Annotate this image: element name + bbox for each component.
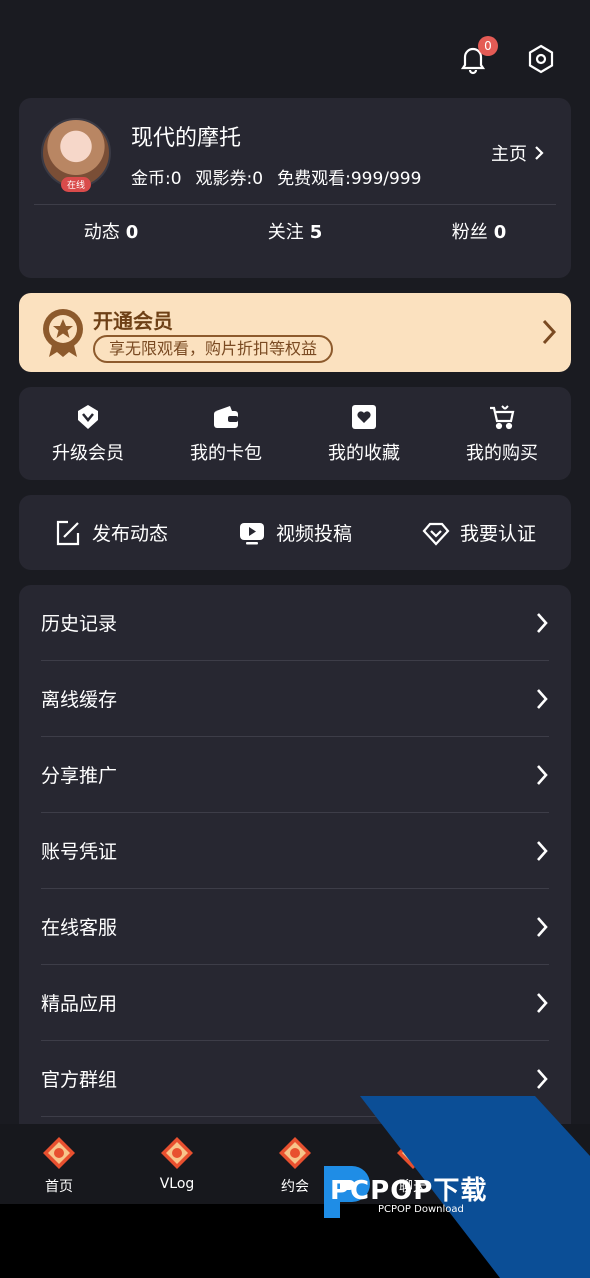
menu-list: 历史记录 离线缓存 分享推广 账号凭证 在线客服 精品应用 官方群组 — [19, 585, 571, 1145]
count-fans[interactable]: 粉丝 0 — [452, 218, 507, 244]
username: 现代的摩托 — [131, 126, 242, 151]
chevron-right-icon — [537, 612, 548, 633]
chevron-right-icon — [537, 992, 548, 1013]
quick-entries: 升级会员 我的卡包 我的收藏 我的购买 — [19, 387, 571, 480]
vip-badge-icon — [78, 404, 98, 429]
vip-title: 开通会员 — [93, 309, 173, 333]
action-label: 发布动态 — [91, 523, 168, 545]
homepage-link[interactable]: 主页 — [491, 140, 545, 166]
favorites-icon — [352, 404, 376, 429]
menu-item-history[interactable]: 历史记录 — [41, 585, 549, 661]
chevron-right-icon — [537, 916, 548, 937]
edit-icon — [56, 520, 80, 545]
settings-button[interactable] — [522, 40, 560, 78]
chevron-right-icon — [537, 688, 548, 709]
purchases-button[interactable]: 我的购买 — [437, 403, 567, 465]
medal-icon — [43, 309, 83, 357]
chevron-right-icon — [537, 1068, 548, 1089]
menu-item-customer-service[interactable]: 在线客服 — [41, 889, 549, 965]
quick-label: 我的卡包 — [190, 442, 262, 464]
tab-label: 首页 — [45, 1179, 73, 1195]
vlog-tab-icon — [161, 1137, 193, 1169]
count-posts[interactable]: 动态 0 — [84, 218, 139, 244]
menu-item-offline-cache[interactable]: 离线缓存 — [41, 661, 549, 737]
top-bar: 0 — [454, 36, 560, 78]
menu-label: 账号凭证 — [41, 841, 118, 863]
online-tag: 在线 — [60, 177, 92, 192]
dating-tab-icon — [279, 1137, 311, 1169]
wallet-button[interactable]: 我的卡包 — [161, 403, 291, 465]
profile-card: 在线 现代的摩托 金币:0 观影券:0 免费观看:999/999 主页 动态 0 … — [19, 98, 571, 278]
tickets-stat: 观影券:0 — [195, 169, 264, 189]
count-value: 0 — [493, 222, 507, 243]
account-stats: 金币:0 观影券:0 免费观看:999/999 — [131, 164, 421, 189]
action-label: 视频投稿 — [275, 523, 352, 545]
video-submit-button[interactable]: 视频投稿 — [238, 519, 352, 547]
count-value: 5 — [309, 222, 323, 243]
tab-label: VLog — [159, 1176, 195, 1192]
diamond-icon — [422, 522, 450, 546]
menu-label: 精品应用 — [41, 993, 118, 1015]
notification-badge: 0 — [478, 36, 498, 56]
menu-label: 离线缓存 — [41, 689, 118, 711]
home-tab-icon — [43, 1137, 75, 1169]
quick-label: 我的收藏 — [328, 442, 400, 464]
tab-label: 约会 — [281, 1179, 309, 1195]
notification-button[interactable]: 0 — [454, 36, 498, 78]
divider — [34, 204, 556, 205]
action-label: 我要认证 — [459, 523, 536, 545]
upgrade-vip-button[interactable]: 升级会员 — [23, 403, 153, 465]
menu-item-featured-apps[interactable]: 精品应用 — [41, 965, 549, 1041]
count-label: 动态 — [83, 222, 120, 243]
profile-counts: 动态 0 关注 5 粉丝 0 — [19, 218, 571, 244]
watermark-subtext: PCPOP Download — [378, 1204, 464, 1215]
avatar[interactable]: 在线 — [41, 118, 111, 192]
chevron-right-icon — [537, 840, 548, 861]
action-bar: 发布动态 视频投稿 我要认证 — [19, 495, 571, 570]
chevron-right-icon — [537, 764, 548, 785]
count-label: 粉丝 — [451, 222, 488, 243]
menu-label: 在线客服 — [41, 917, 118, 939]
favorites-button[interactable]: 我的收藏 — [299, 403, 429, 465]
quick-label: 升级会员 — [52, 442, 124, 464]
free-views-stat: 免费观看:999/999 — [277, 169, 422, 189]
menu-label: 官方群组 — [41, 1069, 118, 1091]
count-following[interactable]: 关注 5 — [268, 218, 323, 244]
menu-label: 分享推广 — [41, 765, 118, 787]
vip-subtitle: 享无限观看，购片折扣等权益 — [93, 335, 334, 363]
chevron-right-icon — [542, 319, 557, 345]
tab-vlog[interactable]: VLog — [127, 1136, 227, 1192]
wallet-icon — [214, 405, 238, 428]
menu-label: 历史记录 — [41, 613, 118, 635]
menu-item-share[interactable]: 分享推广 — [41, 737, 549, 813]
chevron-right-icon — [535, 146, 544, 160]
count-label: 关注 — [267, 222, 304, 243]
quick-label: 我的购买 — [466, 442, 538, 464]
verify-button[interactable]: 我要认证 — [422, 519, 536, 547]
post-update-button[interactable]: 发布动态 — [54, 519, 168, 547]
video-icon — [239, 522, 264, 544]
count-value: 0 — [125, 222, 139, 243]
vip-banner[interactable]: 开通会员 享无限观看，购片折扣等权益 — [19, 293, 571, 372]
settings-icon — [528, 44, 554, 74]
menu-item-account-credential[interactable]: 账号凭证 — [41, 813, 549, 889]
tab-home[interactable]: 首页 — [9, 1136, 109, 1196]
watermark-brand: PCPOP下载 — [330, 1176, 488, 1206]
homepage-label: 主页 — [491, 144, 527, 165]
cart-icon — [490, 404, 515, 429]
coins-stat: 金币:0 — [131, 169, 182, 189]
